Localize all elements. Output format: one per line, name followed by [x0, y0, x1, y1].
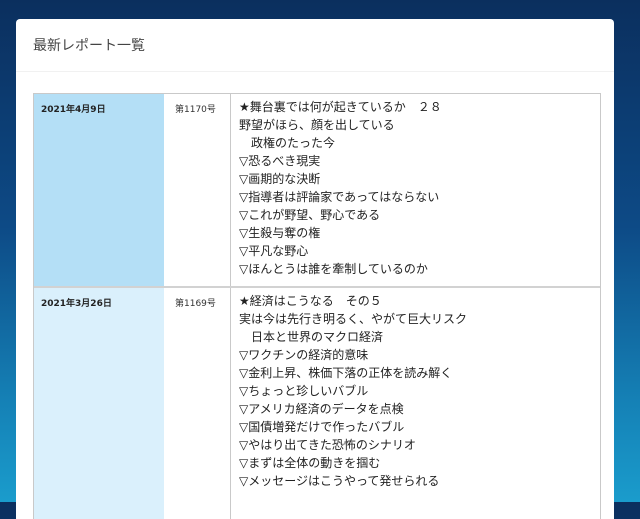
report-topic: ▽生殺与奪の権: [239, 226, 321, 240]
report-subtitle-sub: 政権のたった今: [239, 136, 336, 150]
report-topic: ▽国債増発だけで作ったバブル: [239, 420, 405, 434]
report-subtitle-sub: 日本と世界のマクロ経済: [239, 330, 384, 344]
report-topic: ▽金利上昇、株価下落の正体を読み解く: [239, 366, 453, 380]
report-contents: ★経済はこうなる その５ 実は今は先行き明るく、やがて巨大リスク 日本と世界のマ…: [231, 288, 600, 519]
report-topic: ▽これが野望、野心である: [239, 208, 381, 222]
report-topic: ▽指導者は評論家であってはならない: [239, 190, 440, 204]
report-topic: ▽アメリカ経済のデータを点検: [239, 402, 404, 416]
report-topic: ▽恐るべき現実: [239, 154, 321, 168]
report-date: 2021年4月9日: [34, 94, 164, 286]
report-subtitle: 野望がほら、顔を出している: [239, 118, 395, 132]
report-subtitle: 実は今は先行き明るく、やがて巨大リスク: [239, 312, 468, 326]
title-divider: [16, 71, 614, 72]
report-issue-number: 第1169号: [164, 288, 231, 519]
report-headline[interactable]: ★経済はこうなる その５: [239, 292, 600, 310]
report-topic: ▽メッセージはこうやって発せられる: [239, 474, 440, 488]
report-issue-number: 第1170号: [164, 94, 231, 286]
report-topic: ▽画期的な決断: [239, 172, 321, 186]
report-topic: ▽ちょっと珍しいバブル: [239, 384, 369, 398]
report-topic: ▽平凡な野心: [239, 244, 309, 258]
report-row[interactable]: 2021年3月26日 第1169号 ★経済はこうなる その５ 実は今は先行き明る…: [34, 286, 600, 519]
report-row[interactable]: 2021年4月9日 第1170号 ★舞台裏では何が起きているか ２８ 野望がほら…: [34, 94, 600, 286]
report-topic: ▽ワクチンの経済的意味: [239, 348, 369, 362]
report-topic: ▽やはり出てきた恐怖のシナリオ: [239, 438, 416, 452]
report-topic: ▽ほんとうは誰を牽制しているのか: [239, 262, 428, 276]
page-title: 最新レポート一覧: [33, 38, 145, 54]
report-list-panel: 最新レポート一覧 2021年4月9日 第1170号 ★舞台裏では何が起きているか…: [16, 19, 614, 519]
report-table: 2021年4月9日 第1170号 ★舞台裏では何が起きているか ２８ 野望がほら…: [33, 93, 601, 519]
report-headline[interactable]: ★舞台裏では何が起きているか ２８: [239, 98, 600, 116]
report-contents: ★舞台裏では何が起きているか ２８ 野望がほら、顔を出している 政権のたった今 …: [231, 94, 600, 286]
report-date: 2021年3月26日: [34, 288, 164, 519]
report-topic: ▽まずは全体の動きを掴む: [239, 456, 381, 470]
